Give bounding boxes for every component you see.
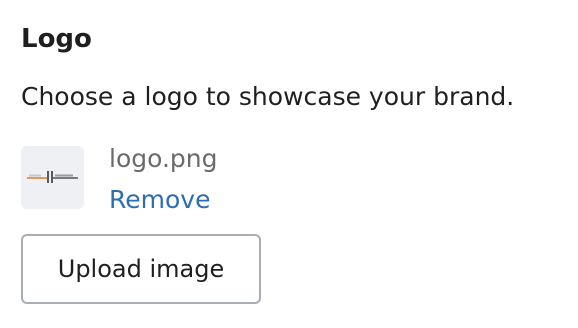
logo-thumbnail: [21, 146, 84, 209]
file-name: logo.png: [109, 144, 218, 173]
logo-preview-image: [21, 146, 84, 209]
section-description: Choose a logo to showcase your brand.: [21, 82, 515, 111]
remove-link[interactable]: Remove: [109, 183, 210, 217]
upload-image-button[interactable]: Upload image: [21, 234, 261, 304]
section-title: Logo: [21, 24, 92, 54]
